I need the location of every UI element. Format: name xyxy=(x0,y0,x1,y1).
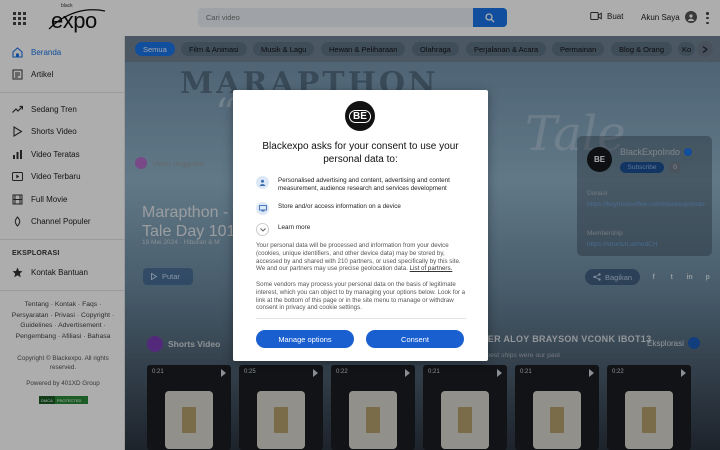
device-icon xyxy=(256,202,269,215)
consent-title: Blackexpo asks for your consent to use y… xyxy=(262,141,459,165)
consent-dialog: BE Blackexpo asks for your consent to us… xyxy=(233,90,488,361)
consent-logo-text: BE xyxy=(349,109,371,123)
learn-more-toggle[interactable]: Learn more xyxy=(256,223,466,236)
consent-logo: BE xyxy=(345,101,375,131)
purpose-text: Personalised advertising and content, ad… xyxy=(278,177,450,192)
consent-purpose: Store and/or access information on a dev… xyxy=(256,202,466,215)
purpose-text: Store and/or access information on a dev… xyxy=(278,203,401,210)
partners-link[interactable]: List of partners. xyxy=(410,265,453,272)
consent-divider xyxy=(256,318,466,319)
consent-button[interactable]: Consent xyxy=(366,330,464,348)
person-icon xyxy=(256,176,269,189)
chevron-down-icon xyxy=(256,223,269,236)
manage-options-button[interactable]: Manage options xyxy=(256,330,354,348)
consent-body-2: Some vendors may process your personal d… xyxy=(256,281,466,312)
consent-purpose: Personalised advertising and content, ad… xyxy=(256,176,466,193)
learn-more-label: Learn more xyxy=(278,224,311,231)
consent-body-1: Your personal data will be processed and… xyxy=(256,242,466,273)
